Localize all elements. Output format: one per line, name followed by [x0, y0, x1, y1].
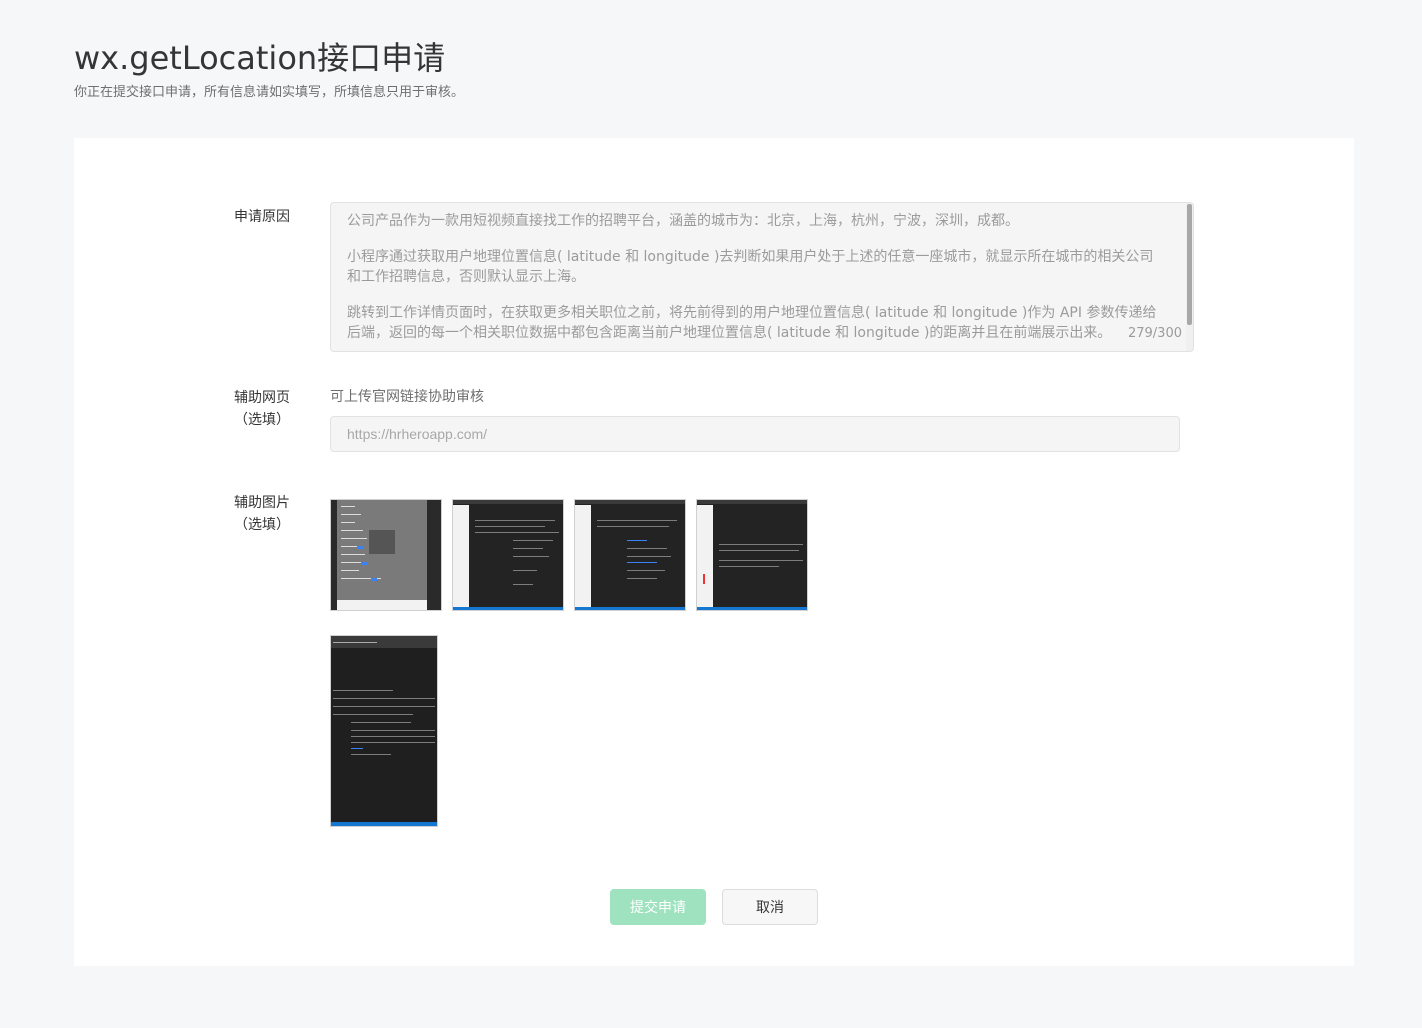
image-thumbnail-2[interactable]: [452, 499, 564, 611]
reason-paragraph-1: 公司产品作为一款用短视频直接找工作的招聘平台，涵盖的城市为：北京，上海，杭州，宁…: [347, 213, 1019, 229]
page-header: wx.getLocation接口申请 你正在提交接口申请，所有信息请如实填写，所…: [74, 38, 464, 102]
reason-textarea[interactable]: 公司产品作为一款用短视频直接找工作的招聘平台，涵盖的城市为：北京，上海，杭州，宁…: [330, 202, 1194, 352]
reason-scrollbar[interactable]: [1186, 203, 1193, 351]
image-1-screen: [337, 500, 427, 610]
reason-textarea-content[interactable]: 公司产品作为一款用短视频直接找工作的招聘平台，涵盖的城市为：北京，上海，杭州，宁…: [331, 203, 1193, 343]
image-thumbnail-1[interactable]: [330, 499, 442, 611]
image-1-overlay: [369, 530, 395, 554]
reason-char-counter: 279/300: [1123, 326, 1182, 341]
images-label-line1: 辅助图片: [234, 495, 290, 511]
reason-paragraph-3: 跳转到工作详情页面时，在获取更多相关职位之前，将先前得到的用户地理位置信息( l…: [347, 305, 1157, 341]
image-thumbnail-3[interactable]: [574, 499, 686, 611]
image-thumbnail-4[interactable]: [696, 499, 808, 611]
webpage-url-input[interactable]: [330, 416, 1180, 452]
submit-application-button[interactable]: 提交申请: [610, 889, 706, 925]
webpage-label-line1: 辅助网页: [234, 390, 290, 406]
application-form-card: 申请原因 公司产品作为一款用短视频直接找工作的招聘平台，涵盖的城市为：北京，上海…: [74, 138, 1354, 966]
reason-label: 申请原因: [234, 206, 290, 228]
page-description: 你正在提交接口申请，所有信息请如实填写，所填信息只用于审核。: [74, 85, 465, 100]
webpage-label-line2: （选填）: [234, 412, 290, 428]
reason-label-text: 申请原因: [234, 209, 290, 225]
cancel-button[interactable]: 取消: [722, 889, 818, 925]
images-label-line2: （选填）: [234, 517, 290, 533]
webpage-hint: 可上传官网链接协助审核: [330, 389, 484, 405]
page-title: wx.getLocation接口申请: [74, 39, 446, 77]
images-label: 辅助图片 （选填）: [234, 492, 290, 536]
webpage-label: 辅助网页 （选填）: [234, 387, 290, 431]
reason-scrollbar-thumb[interactable]: [1187, 204, 1192, 325]
reason-paragraph-2: 小程序通过获取用户地理位置信息( latitude 和 longitude )去…: [347, 249, 1154, 285]
image-1-bottom: [337, 600, 427, 610]
image-thumbnail-5[interactable]: [330, 635, 438, 827]
